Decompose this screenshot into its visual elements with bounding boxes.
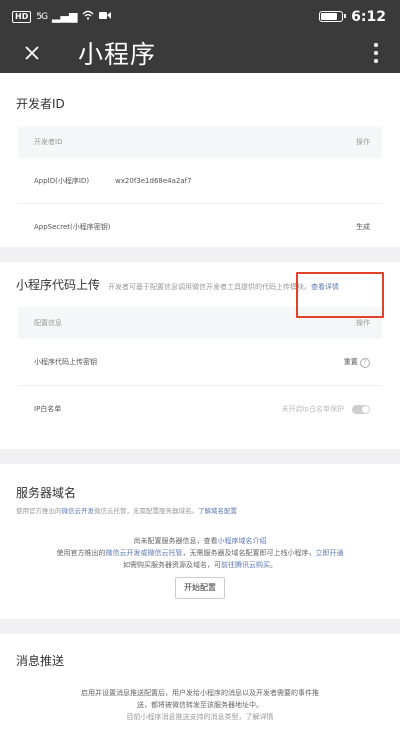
desc-text: 。: [270, 561, 277, 569]
table-header: 开发者ID 操作: [18, 126, 382, 158]
more-button[interactable]: [366, 41, 386, 65]
battery-icon: [319, 11, 347, 22]
header-action: 操作: [356, 138, 370, 146]
ip-whitelist-toggle[interactable]: [352, 404, 370, 414]
cloud-link[interactable]: 微信云开发或微信云托管: [106, 549, 183, 557]
hint-text: 开发者可基于配置信息调用微信开发者工具提供的代码上传模块。: [108, 283, 312, 291]
app-bar: 小程序: [0, 33, 400, 73]
clock: 6:12: [351, 8, 386, 25]
video-icon: [99, 10, 112, 23]
message-push-desc: 启用并设置消息推送配置后，用户发给小程序的消息以及开发者需要的事件推 送，都将被…: [0, 687, 400, 723]
tencent-cloud-link[interactable]: 前往腾讯云购买: [221, 561, 270, 569]
appsecret-label: AppSecret(小程序密钥): [34, 222, 111, 231]
help-icon[interactable]: ?: [360, 357, 370, 368]
domain-config-link[interactable]: 了解域名配置: [198, 507, 237, 515]
subtitle-text-b: 微信云托管，无需配置服务器域名。: [94, 507, 198, 515]
enable-now-link[interactable]: 立即开通: [316, 549, 344, 557]
appsecret-row: AppSecret(小程序密钥) 生成: [18, 203, 382, 249]
desc-line-2: 使用官方推出的微信云开发或微信云托管，无需服务器及域名配置即可上线小程序，立即开…: [0, 547, 400, 559]
reset-label: 重置: [343, 357, 358, 366]
appid-value: wx20f3e1d68e4a2af7: [115, 176, 192, 185]
highlight-box: [296, 272, 384, 318]
message-push-title: 消息推送: [16, 654, 65, 668]
upload-table: 配置信息 操作 小程序代码上传密钥 重置 ? IP白名单 未开启ip白名单保护: [18, 307, 382, 432]
header-action: 操作: [356, 319, 370, 327]
upload-key-label: 小程序代码上传密钥: [34, 358, 97, 366]
header-label: 开发者ID: [34, 138, 63, 146]
desc-line-3: 如需购买服务器资源及域名，可前往腾讯云购买。: [0, 559, 400, 571]
subtitle-text: 使用官方推出的: [16, 507, 62, 515]
ip-whitelist-control: 未开启ip白名单保护: [282, 404, 370, 414]
appid-row: AppID(小程序ID) wx20f3e1d68e4a2af7: [18, 158, 382, 203]
domain-intro-link[interactable]: 小程序域名介绍: [218, 537, 267, 545]
status-left: HD 5G ▂▄▆: [12, 10, 112, 23]
desc-text: 使用官方推出的: [56, 549, 106, 557]
message-push-card: 消息推送 启用并设置消息推送配置后，用户发给小程序的消息以及开发者需要的事件推 …: [0, 634, 400, 754]
code-upload-title-text: 小程序代码上传: [16, 278, 101, 292]
header-label: 配置信息: [34, 319, 62, 327]
desc-text: 如需购买服务器资源及域名，可: [123, 561, 221, 569]
push-desc-line-1: 启用并设置消息推送配置后，用户发给小程序的消息以及开发者需要的事件推: [81, 689, 319, 697]
signal-label: 5G: [36, 11, 48, 22]
server-domain-subtitle: 使用官方推出的微信云开发微信云托管，无需配置服务器域名。了解域名配置: [0, 501, 400, 515]
signal-icon: ▂▄▆: [52, 10, 78, 23]
push-desc-line-2: 送，都将被微信转发至该服务器地址中。: [137, 701, 263, 709]
developer-id-title: 开发者ID: [16, 97, 65, 111]
close-icon: [25, 46, 39, 60]
desc-line-1: 尚未配置服务器信息，查看小程序域名介绍: [0, 535, 400, 547]
ip-whitelist-row: IP白名单 未开启ip白名单保护: [18, 385, 382, 432]
desc-text: 尚未配置服务器信息，查看: [133, 537, 218, 545]
reset-link[interactable]: 重置 ?: [344, 357, 370, 368]
upload-key-row: 小程序代码上传密钥 重置 ?: [18, 339, 382, 385]
start-config-wrap: 开始配置: [0, 577, 400, 599]
cloud-dev-link[interactable]: 微信云开发: [62, 507, 95, 515]
status-right: 6:12: [319, 9, 386, 25]
developer-id-card: 开发者ID 开发者ID 操作 AppID(小程序ID) wx20f3e1d68e…: [0, 73, 400, 247]
developer-id-table: 开发者ID 操作 AppID(小程序ID) wx20f3e1d68e4a2af7…: [18, 126, 382, 249]
close-button[interactable]: [10, 33, 54, 73]
page-title: 小程序: [78, 40, 157, 69]
server-domain-card: 服务器域名 使用官方推出的微信云开发微信云托管，无需配置服务器域名。了解域名配置…: [0, 464, 400, 619]
server-domain-empty: 尚未配置服务器信息，查看小程序域名介绍 使用官方推出的微信云开发或微信云托管，无…: [0, 535, 400, 599]
start-config-button[interactable]: 开始配置: [175, 577, 225, 599]
appid-label: AppID(小程序ID): [34, 176, 90, 185]
generate-link[interactable]: 生成: [356, 222, 370, 232]
wifi-icon: [82, 10, 94, 23]
desc-text: ，无需服务器及域名配置即可上线小程序，: [182, 549, 316, 557]
content: 开发者ID 开发者ID 操作 AppID(小程序ID) wx20f3e1d68e…: [0, 73, 400, 754]
hd-badge: HD: [12, 10, 32, 23]
push-desc-line-3: 目前小程序消息推送支持的消息类型，了解详情: [126, 713, 274, 721]
server-domain-title: 服务器域名: [16, 486, 77, 500]
ip-whitelist-label: IP白名单: [34, 405, 62, 413]
status-bar: HD 5G ▂▄▆ 6:12: [0, 0, 400, 33]
ip-status: 未开启ip白名单保护: [281, 405, 344, 413]
